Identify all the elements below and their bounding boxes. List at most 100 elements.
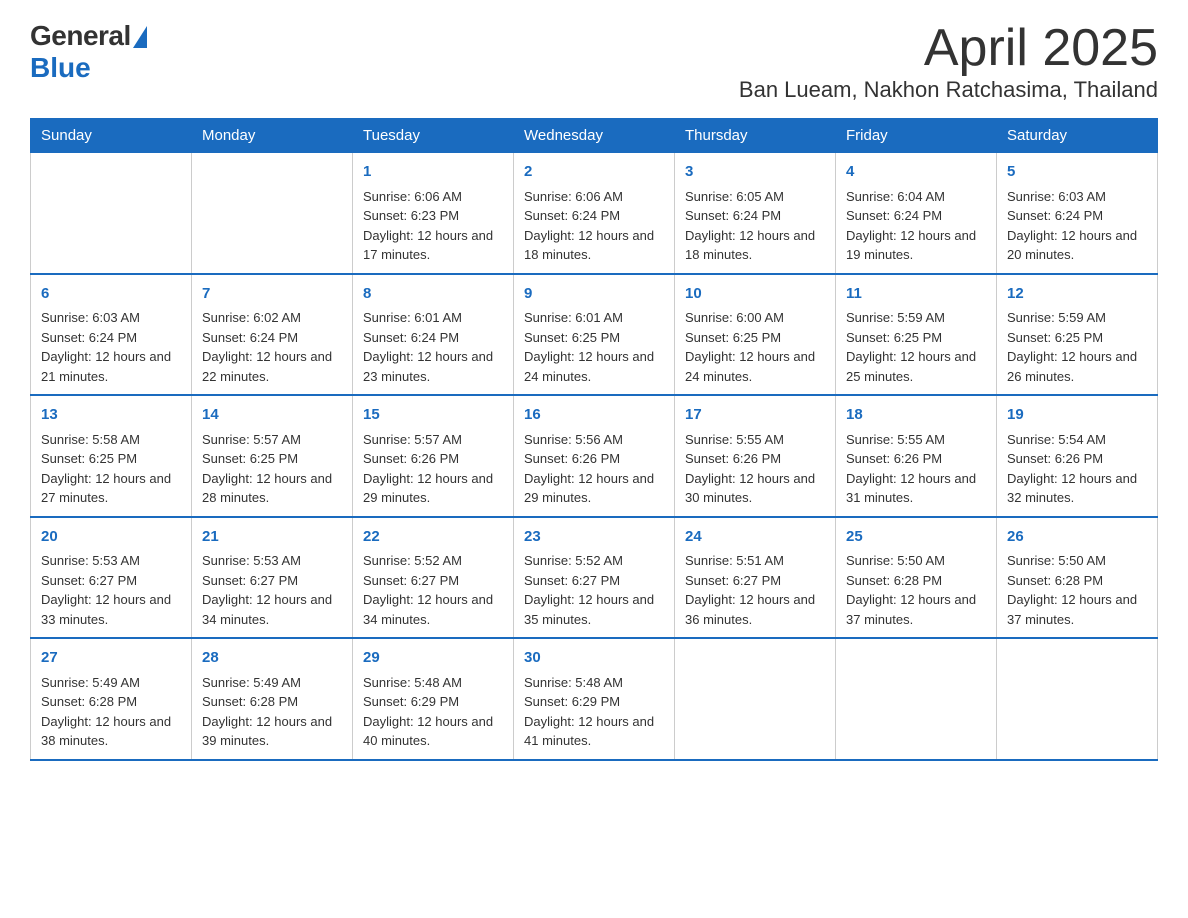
calendar-week-row: 20Sunrise: 5:53 AMSunset: 6:27 PMDayligh…: [31, 517, 1158, 639]
sunrise-text: Sunrise: 5:58 AM: [41, 430, 181, 450]
calendar-cell: 4Sunrise: 6:04 AMSunset: 6:24 PMDaylight…: [836, 153, 997, 274]
sunset-text: Sunset: 6:25 PM: [685, 328, 825, 348]
day-number: 4: [846, 161, 986, 184]
calendar-cell: [31, 153, 192, 274]
calendar-cell: 21Sunrise: 5:53 AMSunset: 6:27 PMDayligh…: [192, 517, 353, 639]
sunrise-text: Sunrise: 5:56 AM: [524, 430, 664, 450]
sunset-text: Sunset: 6:28 PM: [1007, 571, 1147, 591]
sunrise-text: Sunrise: 5:52 AM: [363, 551, 503, 571]
calendar-cell: 9Sunrise: 6:01 AMSunset: 6:25 PMDaylight…: [514, 274, 675, 396]
sunrise-text: Sunrise: 5:53 AM: [202, 551, 342, 571]
daylight-text: Daylight: 12 hours and 34 minutes.: [202, 590, 342, 629]
sunset-text: Sunset: 6:25 PM: [524, 328, 664, 348]
sunrise-text: Sunrise: 6:00 AM: [685, 308, 825, 328]
day-number: 29: [363, 647, 503, 670]
daylight-text: Daylight: 12 hours and 41 minutes.: [524, 712, 664, 751]
daylight-text: Daylight: 12 hours and 19 minutes.: [846, 226, 986, 265]
calendar-cell: 30Sunrise: 5:48 AMSunset: 6:29 PMDayligh…: [514, 638, 675, 760]
logo-blue: Blue: [30, 52, 91, 84]
calendar-cell: 11Sunrise: 5:59 AMSunset: 6:25 PMDayligh…: [836, 274, 997, 396]
sunrise-text: Sunrise: 5:57 AM: [202, 430, 342, 450]
daylight-text: Daylight: 12 hours and 24 minutes.: [524, 347, 664, 386]
day-number: 6: [41, 283, 181, 306]
sunset-text: Sunset: 6:24 PM: [41, 328, 181, 348]
day-number: 11: [846, 283, 986, 306]
calendar-cell: 6Sunrise: 6:03 AMSunset: 6:24 PMDaylight…: [31, 274, 192, 396]
day-number: 24: [685, 526, 825, 549]
sunset-text: Sunset: 6:28 PM: [41, 692, 181, 712]
calendar-week-row: 27Sunrise: 5:49 AMSunset: 6:28 PMDayligh…: [31, 638, 1158, 760]
sunrise-text: Sunrise: 5:51 AM: [685, 551, 825, 571]
header-tuesday: Tuesday: [353, 119, 514, 153]
calendar-cell: 20Sunrise: 5:53 AMSunset: 6:27 PMDayligh…: [31, 517, 192, 639]
sunset-text: Sunset: 6:26 PM: [1007, 449, 1147, 469]
title-area: April 2025 Ban Lueam, Nakhon Ratchasima,…: [739, 20, 1158, 103]
logo-triangle-icon: [133, 26, 147, 48]
day-number: 7: [202, 283, 342, 306]
calendar-cell: 12Sunrise: 5:59 AMSunset: 6:25 PMDayligh…: [997, 274, 1158, 396]
sunset-text: Sunset: 6:26 PM: [685, 449, 825, 469]
sunrise-text: Sunrise: 5:49 AM: [41, 673, 181, 693]
day-number: 19: [1007, 404, 1147, 427]
calendar-cell: 13Sunrise: 5:58 AMSunset: 6:25 PMDayligh…: [31, 395, 192, 517]
daylight-text: Daylight: 12 hours and 29 minutes.: [524, 469, 664, 508]
header-saturday: Saturday: [997, 119, 1158, 153]
sunset-text: Sunset: 6:27 PM: [363, 571, 503, 591]
sunrise-text: Sunrise: 5:49 AM: [202, 673, 342, 693]
day-number: 27: [41, 647, 181, 670]
sunset-text: Sunset: 6:26 PM: [363, 449, 503, 469]
sunset-text: Sunset: 6:27 PM: [41, 571, 181, 591]
daylight-text: Daylight: 12 hours and 37 minutes.: [1007, 590, 1147, 629]
sunrise-text: Sunrise: 6:01 AM: [524, 308, 664, 328]
calendar-week-row: 13Sunrise: 5:58 AMSunset: 6:25 PMDayligh…: [31, 395, 1158, 517]
daylight-text: Daylight: 12 hours and 26 minutes.: [1007, 347, 1147, 386]
daylight-text: Daylight: 12 hours and 31 minutes.: [846, 469, 986, 508]
day-number: 23: [524, 526, 664, 549]
daylight-text: Daylight: 12 hours and 25 minutes.: [846, 347, 986, 386]
sunrise-text: Sunrise: 5:48 AM: [363, 673, 503, 693]
calendar-cell: 23Sunrise: 5:52 AMSunset: 6:27 PMDayligh…: [514, 517, 675, 639]
day-number: 15: [363, 404, 503, 427]
sunrise-text: Sunrise: 6:05 AM: [685, 187, 825, 207]
logo: General Blue: [30, 20, 147, 84]
day-number: 2: [524, 161, 664, 184]
sunrise-text: Sunrise: 5:53 AM: [41, 551, 181, 571]
sunset-text: Sunset: 6:25 PM: [1007, 328, 1147, 348]
daylight-text: Daylight: 12 hours and 21 minutes.: [41, 347, 181, 386]
calendar-cell: [192, 153, 353, 274]
calendar-cell: 25Sunrise: 5:50 AMSunset: 6:28 PMDayligh…: [836, 517, 997, 639]
sunset-text: Sunset: 6:27 PM: [524, 571, 664, 591]
header-sunday: Sunday: [31, 119, 192, 153]
calendar-cell: 8Sunrise: 6:01 AMSunset: 6:24 PMDaylight…: [353, 274, 514, 396]
calendar-cell: 16Sunrise: 5:56 AMSunset: 6:26 PMDayligh…: [514, 395, 675, 517]
sunset-text: Sunset: 6:29 PM: [524, 692, 664, 712]
day-number: 20: [41, 526, 181, 549]
sunrise-text: Sunrise: 5:55 AM: [685, 430, 825, 450]
sunrise-text: Sunrise: 6:03 AM: [41, 308, 181, 328]
daylight-text: Daylight: 12 hours and 17 minutes.: [363, 226, 503, 265]
sunset-text: Sunset: 6:26 PM: [524, 449, 664, 469]
sunrise-text: Sunrise: 5:52 AM: [524, 551, 664, 571]
calendar-cell: 29Sunrise: 5:48 AMSunset: 6:29 PMDayligh…: [353, 638, 514, 760]
sunrise-text: Sunrise: 5:48 AM: [524, 673, 664, 693]
daylight-text: Daylight: 12 hours and 30 minutes.: [685, 469, 825, 508]
sunset-text: Sunset: 6:23 PM: [363, 206, 503, 226]
header: General Blue April 2025 Ban Lueam, Nakho…: [30, 20, 1158, 103]
sunrise-text: Sunrise: 5:59 AM: [1007, 308, 1147, 328]
sunrise-text: Sunrise: 5:55 AM: [846, 430, 986, 450]
day-number: 26: [1007, 526, 1147, 549]
daylight-text: Daylight: 12 hours and 18 minutes.: [685, 226, 825, 265]
calendar-cell: 27Sunrise: 5:49 AMSunset: 6:28 PMDayligh…: [31, 638, 192, 760]
day-number: 10: [685, 283, 825, 306]
sunrise-text: Sunrise: 6:03 AM: [1007, 187, 1147, 207]
header-thursday: Thursday: [675, 119, 836, 153]
calendar-cell: 19Sunrise: 5:54 AMSunset: 6:26 PMDayligh…: [997, 395, 1158, 517]
sunset-text: Sunset: 6:28 PM: [202, 692, 342, 712]
daylight-text: Daylight: 12 hours and 18 minutes.: [524, 226, 664, 265]
sunrise-text: Sunrise: 5:57 AM: [363, 430, 503, 450]
calendar-cell: 15 Sunrise: 5:57 AMSunset: 6:26 PMDayligh…: [353, 395, 514, 517]
sunset-text: Sunset: 6:24 PM: [1007, 206, 1147, 226]
sunset-text: Sunset: 6:27 PM: [685, 571, 825, 591]
calendar-cell: 28Sunrise: 5:49 AMSunset: 6:28 PMDayligh…: [192, 638, 353, 760]
daylight-text: Daylight: 12 hours and 29 minutes.: [363, 469, 503, 508]
